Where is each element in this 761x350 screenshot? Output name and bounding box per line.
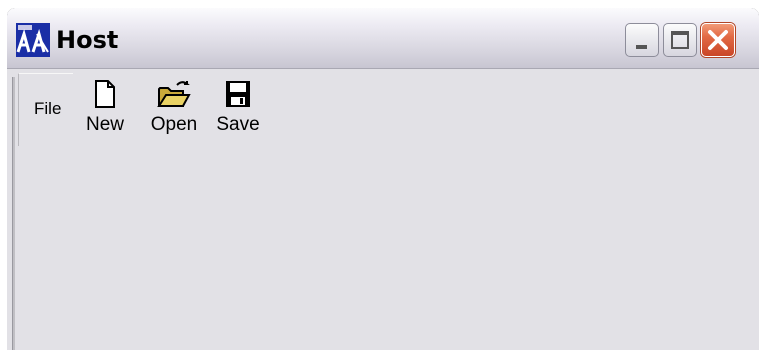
app-icon xyxy=(16,23,50,57)
floppy-disk-icon xyxy=(226,81,250,107)
minimize-button[interactable] xyxy=(625,23,659,57)
new-label: New xyxy=(85,114,124,135)
save-label: Save xyxy=(216,114,260,135)
tab-file[interactable]: File xyxy=(34,99,61,119)
close-icon xyxy=(708,30,728,50)
maximize-button[interactable] xyxy=(663,23,697,57)
maximize-icon xyxy=(671,31,689,49)
open-label: Open xyxy=(150,114,198,135)
host-window: Host File New Open Save xyxy=(7,8,759,350)
save-button[interactable]: Save xyxy=(212,79,264,136)
open-folder-icon xyxy=(157,81,191,107)
open-button[interactable]: Open xyxy=(145,79,203,136)
client-area: File New Open Save xyxy=(7,69,759,350)
minimize-icon xyxy=(636,45,647,49)
new-button[interactable]: New xyxy=(82,79,128,136)
window-title: Host xyxy=(56,26,119,54)
title-bar[interactable]: Host xyxy=(7,8,759,69)
close-button[interactable] xyxy=(701,23,735,57)
new-document-icon xyxy=(95,80,115,108)
left-separator xyxy=(12,77,15,350)
